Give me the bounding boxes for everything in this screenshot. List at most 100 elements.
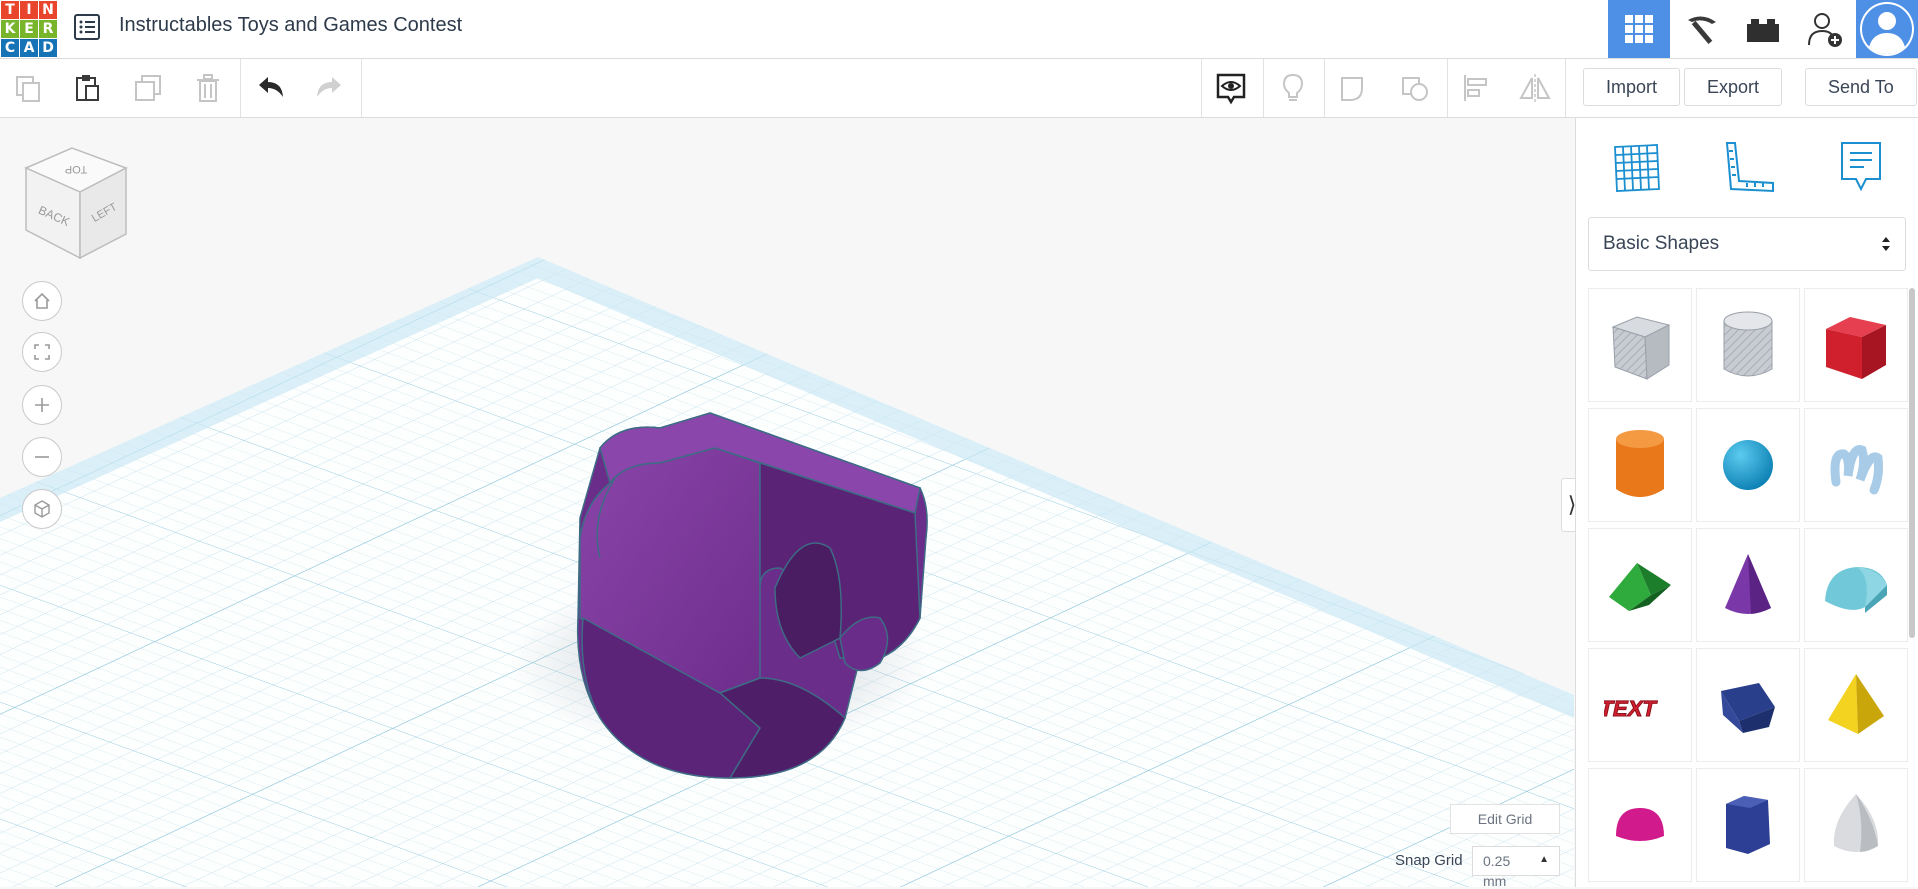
logo-letter: C	[1, 39, 19, 57]
snap-grid-select[interactable]: 0.25 ▲ mm	[1472, 846, 1560, 889]
toolbar-divider	[1447, 59, 1448, 117]
shape-sphere[interactable]	[1696, 408, 1800, 522]
duplicate-button[interactable]	[127, 67, 169, 109]
workplane-viewport[interactable]: TOP BACK LEFT	[0, 118, 1574, 887]
mirror-button[interactable]	[1514, 67, 1556, 109]
show-all-button[interactable]	[1210, 67, 1252, 109]
workplane-button[interactable]	[1606, 136, 1668, 198]
paraboloid-icon	[1833, 794, 1879, 852]
notes-toggle-button[interactable]	[1272, 67, 1314, 109]
undo-button[interactable]	[250, 67, 292, 109]
shape-cone[interactable]	[1696, 528, 1800, 642]
top-right-nav	[1608, 0, 1918, 58]
paste-button[interactable]	[66, 67, 108, 109]
workplane-canvas[interactable]	[0, 118, 1574, 887]
toolbar-divider	[240, 59, 241, 117]
snap-grid-value: 0.25	[1483, 853, 1511, 869]
toolbar-divider	[1565, 59, 1566, 117]
logo-letter: T	[1, 1, 19, 19]
group-button[interactable]	[1333, 67, 1375, 109]
shapes-grid: TEXT	[1588, 288, 1908, 882]
zoom-out-button[interactable]	[22, 437, 62, 477]
import-button[interactable]: Import	[1583, 68, 1681, 106]
fit-view-icon	[34, 344, 50, 360]
design-grid-icon	[1625, 15, 1653, 43]
select-arrows-icon	[1882, 237, 1890, 251]
box-hole-icon	[1611, 316, 1671, 380]
ruler-icon	[1725, 142, 1774, 193]
toolbar-divider	[1263, 59, 1264, 117]
home-view-button[interactable]	[22, 281, 62, 321]
box-icon	[1826, 317, 1886, 379]
avatar-icon	[1860, 2, 1914, 56]
delete-icon	[197, 74, 219, 102]
copy-button[interactable]	[7, 67, 49, 109]
logo-letter: R	[39, 20, 57, 38]
logo-letter: D	[39, 39, 57, 57]
logo-letter: K	[1, 20, 19, 38]
shape-pyramid[interactable]	[1804, 648, 1908, 762]
view-cube[interactable]: TOP BACK LEFT	[20, 146, 132, 264]
design-list-icon[interactable]	[72, 12, 102, 42]
ungroup-icon	[1402, 77, 1428, 101]
plus-icon	[35, 398, 49, 412]
triangle-up-icon: ▲	[1539, 854, 1549, 865]
shapes-panel: Basic Shapes TEXT	[1575, 118, 1918, 887]
shape-paraboloid[interactable]	[1804, 768, 1908, 882]
copy-icon	[16, 76, 40, 102]
logo-letter: N	[39, 1, 57, 19]
top-bar: T I N K E R C A D Instructables Toys and…	[0, 0, 1918, 59]
shape-cylinder[interactable]	[1588, 408, 1692, 522]
notes-button[interactable]	[1830, 136, 1892, 198]
tinkercad-logo[interactable]: T I N K E R C A D	[0, 0, 57, 57]
cube-icon	[34, 500, 50, 518]
polygon-icon	[1726, 796, 1770, 854]
user-avatar[interactable]	[1856, 0, 1918, 58]
shape-category-select[interactable]: Basic Shapes	[1588, 217, 1906, 271]
shape-cylinder-hole[interactable]	[1696, 288, 1800, 402]
shape-category-value: Basic Shapes	[1603, 233, 1720, 254]
scribble-icon	[1830, 445, 1883, 495]
align-button[interactable]	[1455, 67, 1497, 109]
toolbar: Import Export Send To	[0, 59, 1918, 118]
ruler-button[interactable]	[1718, 136, 1780, 198]
duplicate-icon	[135, 75, 161, 101]
align-icon	[1464, 75, 1487, 101]
bricks-button[interactable]	[1732, 0, 1794, 58]
pickaxe-icon	[1688, 16, 1716, 45]
delete-button[interactable]	[187, 67, 229, 109]
perspective-button[interactable]	[22, 489, 62, 529]
shape-polygon[interactable]	[1696, 768, 1800, 882]
fit-view-button[interactable]	[22, 332, 62, 372]
cone-icon	[1725, 554, 1771, 614]
cylinder-hole-icon	[1723, 311, 1773, 377]
edit-grid-button[interactable]: Edit Grid	[1450, 804, 1560, 834]
blocks-button[interactable]	[1670, 0, 1732, 58]
shape-wedge[interactable]	[1696, 648, 1800, 762]
view-cube-top-label: TOP	[65, 163, 87, 175]
logo-letter: A	[20, 39, 38, 57]
logo-letter: I	[20, 1, 38, 19]
add-user-icon	[1808, 13, 1842, 47]
shape-roof[interactable]	[1588, 528, 1692, 642]
export-button[interactable]: Export	[1684, 68, 1783, 106]
shape-round-roof[interactable]	[1804, 528, 1908, 642]
group-icon	[1341, 77, 1363, 101]
project-title[interactable]: Instructables Toys and Games Contest	[119, 14, 462, 37]
send-to-button[interactable]: Send To	[1805, 68, 1917, 106]
design-grid-button[interactable]	[1608, 0, 1670, 58]
shape-text[interactable]: TEXT	[1588, 648, 1692, 762]
invite-button[interactable]	[1794, 0, 1856, 58]
shape-scribble[interactable]	[1804, 408, 1908, 522]
shape-box[interactable]	[1804, 288, 1908, 402]
zoom-in-button[interactable]	[22, 385, 62, 425]
light-bulb-icon	[1282, 73, 1304, 101]
minus-icon	[35, 456, 49, 458]
paste-icon	[76, 75, 99, 101]
snap-grid-label: Snap Grid	[1395, 852, 1463, 869]
shapes-scrollbar[interactable]	[1909, 288, 1915, 638]
redo-button[interactable]	[308, 67, 350, 109]
shape-half-sphere[interactable]	[1588, 768, 1692, 882]
shape-box-hole[interactable]	[1588, 288, 1692, 402]
ungroup-button[interactable]	[1394, 67, 1436, 109]
